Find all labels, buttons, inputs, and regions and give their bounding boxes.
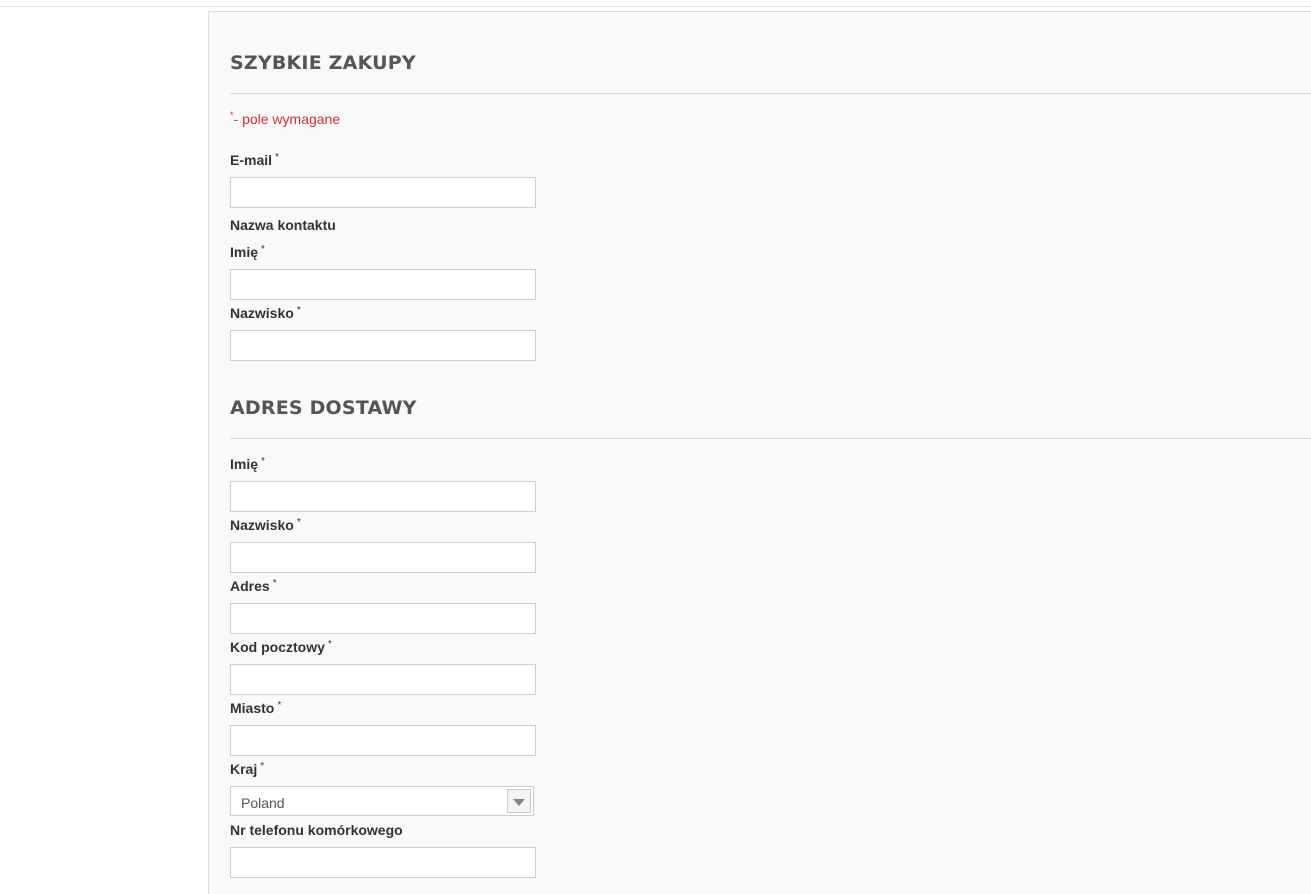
- shipping-last-name-label: Nazwisko *: [230, 517, 301, 533]
- postcode-field[interactable]: [230, 664, 536, 695]
- shipping-last-name-field[interactable]: [230, 542, 536, 573]
- mobile-phone-label: Nr telefonu komórkowego: [230, 822, 403, 838]
- city-field[interactable]: [230, 725, 536, 756]
- shipping-address-divider: [230, 438, 1311, 439]
- required-mark: *: [277, 700, 282, 711]
- email-label: E-mail *: [230, 152, 279, 168]
- required-mark: *: [260, 761, 265, 772]
- contact-name-heading: Nazwa kontaktu: [230, 217, 336, 233]
- city-label-text: Miasto: [230, 700, 275, 716]
- last-name-label-text: Nazwisko: [230, 305, 294, 321]
- address-label-text: Adres: [230, 578, 270, 594]
- required-mark: *: [272, 578, 277, 589]
- country-select-value: Poland: [241, 795, 285, 811]
- quick-purchase-title: SZYBKIE ZAKUPY: [230, 52, 416, 74]
- required-mark: *: [296, 305, 301, 316]
- required-note-text: - pole wymagane: [233, 111, 341, 127]
- last-name-field[interactable]: [230, 330, 536, 361]
- shipping-first-name-label: Imię *: [230, 456, 265, 472]
- required-mark: *: [275, 152, 279, 163]
- shipping-last-name-label-text: Nazwisko: [230, 517, 294, 533]
- email-label-text: E-mail: [230, 152, 273, 168]
- last-name-label: Nazwisko *: [230, 305, 301, 321]
- shipping-address-title: ADRES DOSTAWY: [230, 397, 417, 419]
- country-dropdown-button[interactable]: [507, 789, 531, 813]
- postcode-label-text: Kod pocztowy: [230, 639, 325, 655]
- top-divider: [0, 6, 1311, 7]
- country-select[interactable]: Poland: [230, 786, 534, 816]
- address-field[interactable]: [230, 603, 536, 634]
- first-name-label-text: Imię: [230, 244, 259, 260]
- quick-purchase-divider: [230, 93, 1311, 94]
- required-mark: *: [327, 639, 332, 650]
- address-label: Adres *: [230, 578, 277, 594]
- country-label-text: Kraj: [230, 761, 258, 777]
- first-name-label: Imię *: [230, 244, 265, 260]
- checkout-form-panel: SZYBKIE ZAKUPY *- pole wymagane E-mail * …: [208, 11, 1311, 894]
- required-fields-note: *- pole wymagane: [230, 110, 340, 127]
- country-label: Kraj *: [230, 761, 264, 777]
- shipping-first-name-label-text: Imię: [230, 456, 259, 472]
- mobile-phone-field[interactable]: [230, 847, 536, 878]
- required-mark: *: [261, 244, 265, 255]
- postcode-label: Kod pocztowy *: [230, 639, 332, 655]
- email-field[interactable]: [230, 177, 536, 208]
- required-mark: *: [261, 456, 265, 467]
- first-name-field[interactable]: [230, 269, 536, 300]
- required-mark: *: [296, 517, 301, 528]
- city-label: Miasto *: [230, 700, 281, 716]
- shipping-first-name-field[interactable]: [230, 481, 536, 512]
- chevron-down-icon: [513, 799, 525, 806]
